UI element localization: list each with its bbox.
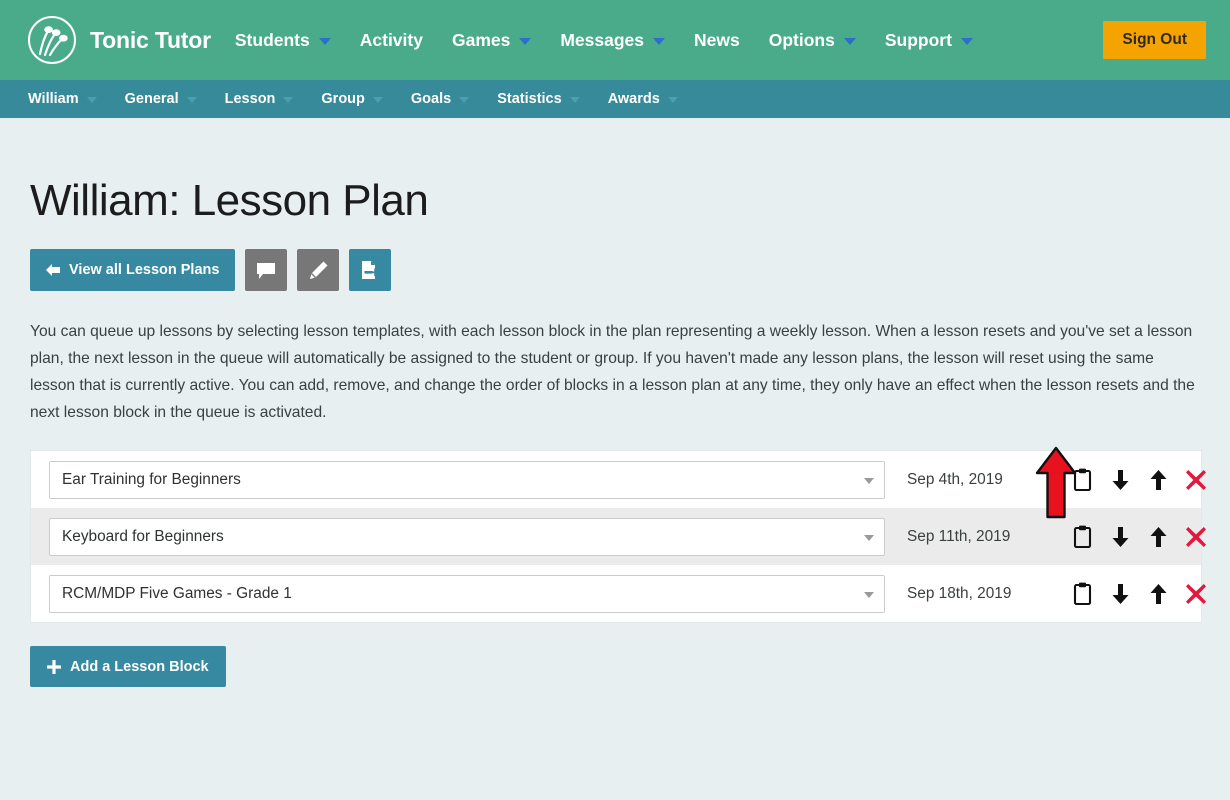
chevron-down-icon <box>86 97 97 103</box>
move-down-icon[interactable] <box>1101 575 1139 613</box>
delete-icon[interactable] <box>1177 575 1215 613</box>
button-label: Add a Lesson Block <box>70 658 209 675</box>
chevron-down-icon <box>864 591 874 598</box>
chevron-down-icon <box>372 97 383 103</box>
chevron-down-icon <box>653 38 666 45</box>
nav-label: Students <box>234 29 310 50</box>
subnav-label: Goals <box>410 91 452 107</box>
nav-label: Options <box>768 29 835 50</box>
move-up-icon[interactable] <box>1139 461 1177 499</box>
delete-icon[interactable] <box>1177 461 1215 499</box>
nav-label: Support <box>884 29 952 50</box>
nav-item-support[interactable]: Support <box>885 30 973 51</box>
lesson-template-select-3[interactable]: RCM/MDP Five Games - Grade 1 <box>49 574 885 613</box>
chevron-down-icon <box>186 97 197 103</box>
subnav-label: William <box>28 91 79 107</box>
clipboard-icon[interactable] <box>1063 518 1101 556</box>
plus-icon <box>47 659 61 674</box>
row-actions <box>1063 518 1215 556</box>
main-nav: Students Activity Games Messages News Op… <box>235 30 973 51</box>
delete-icon[interactable] <box>1177 518 1215 556</box>
chevron-down-icon <box>318 38 331 45</box>
lesson-date: Sep 4th, 2019 <box>907 470 1003 488</box>
page-content: William: Lesson Plan View all Lesson Pla… <box>0 176 1230 687</box>
brand-name[interactable]: Tonic Tutor <box>90 27 211 54</box>
move-up-icon[interactable] <box>1139 518 1177 556</box>
table-row: Keyboard for Beginners Sep 11th, 2019 <box>31 508 1206 565</box>
page-title: William: Lesson Plan <box>30 176 429 225</box>
subnav-item-group[interactable]: Group <box>321 91 383 107</box>
pencil-icon <box>309 261 328 279</box>
arrow-left-icon <box>46 264 60 276</box>
move-up-icon[interactable] <box>1139 575 1177 613</box>
nav-label: Games <box>451 29 511 50</box>
chevron-down-icon <box>864 477 874 484</box>
row-actions <box>1063 575 1215 613</box>
subnav-label: Statistics <box>497 91 562 107</box>
move-down-icon[interactable] <box>1101 461 1139 499</box>
export-button[interactable] <box>349 249 392 291</box>
subnav-label: Awards <box>607 91 660 107</box>
top-header: Tonic Tutor Students Activity Games Mess… <box>0 0 1230 80</box>
button-label: View all Lesson Plans <box>69 262 220 278</box>
nav-item-news[interactable]: News <box>694 30 740 51</box>
select-value[interactable]: Ear Training for Beginners <box>49 460 885 499</box>
chevron-down-icon <box>569 97 580 103</box>
move-down-icon[interactable] <box>1101 518 1139 556</box>
subnav-label: Lesson <box>224 91 276 107</box>
table-row: RCM/MDP Five Games - Grade 1 Sep 18th, 2… <box>31 565 1206 622</box>
sign-out-button[interactable]: Sign Out <box>1103 21 1206 59</box>
subnav-item-william[interactable]: William <box>28 91 97 107</box>
select-value[interactable]: Keyboard for Beginners <box>49 517 885 556</box>
subnav-label: General <box>124 91 179 107</box>
chevron-down-icon <box>864 534 874 541</box>
lesson-template-select-1[interactable]: Ear Training for Beginners <box>49 460 885 499</box>
add-lesson-block-button[interactable]: Add a Lesson Block <box>30 646 226 687</box>
chevron-down-icon <box>519 38 532 45</box>
row-actions <box>1063 461 1215 499</box>
document-export-icon <box>362 261 381 279</box>
nav-label: Activity <box>359 29 423 50</box>
intro-paragraph: You can queue up lessons by selecting le… <box>30 323 1195 421</box>
page-toolbar: View all Lesson Plans <box>30 249 1200 291</box>
nav-item-activity[interactable]: Activity <box>360 30 423 51</box>
chevron-down-icon <box>459 97 470 103</box>
view-all-lesson-plans-button[interactable]: View all Lesson Plans <box>30 249 236 291</box>
comment-button[interactable] <box>245 249 288 291</box>
chevron-down-icon <box>843 38 856 45</box>
chevron-down-icon <box>960 38 973 45</box>
lesson-date: Sep 18th, 2019 <box>907 584 1012 602</box>
nav-label: News <box>694 29 740 50</box>
nav-item-messages[interactable]: Messages <box>560 29 666 51</box>
subnav-item-general[interactable]: General <box>125 91 197 107</box>
lesson-template-select-2[interactable]: Keyboard for Beginners <box>49 517 885 556</box>
subnav-item-awards[interactable]: Awards <box>608 91 678 107</box>
chevron-down-icon <box>667 97 678 103</box>
subnav-item-statistics[interactable]: Statistics <box>497 91 580 107</box>
subnav-label: Group <box>321 91 365 107</box>
lesson-blocks-table: Ear Training for Beginners Sep 4th, 2019 <box>30 450 1206 623</box>
nav-item-options[interactable]: Options <box>769 30 856 51</box>
select-value[interactable]: RCM/MDP Five Games - Grade 1 <box>49 574 885 613</box>
sub-nav: William General Lesson Group Goals Stati… <box>0 80 1230 118</box>
nav-item-games[interactable]: Games <box>451 29 532 51</box>
chevron-down-icon <box>283 97 294 103</box>
clipboard-icon[interactable] <box>1063 575 1101 613</box>
clipboard-icon[interactable] <box>1063 461 1101 499</box>
subnav-item-lesson[interactable]: Lesson <box>225 91 294 107</box>
table-row: Ear Training for Beginners Sep 4th, 2019 <box>31 451 1206 508</box>
tonic-tutor-logo[interactable] <box>26 14 78 66</box>
subnav-item-goals[interactable]: Goals <box>410 91 470 107</box>
nav-item-students[interactable]: Students <box>235 30 331 51</box>
speech-bubble-icon <box>257 262 276 279</box>
edit-button[interactable] <box>297 249 340 291</box>
nav-label: Messages <box>560 29 645 50</box>
lesson-date: Sep 11th, 2019 <box>907 527 1011 545</box>
